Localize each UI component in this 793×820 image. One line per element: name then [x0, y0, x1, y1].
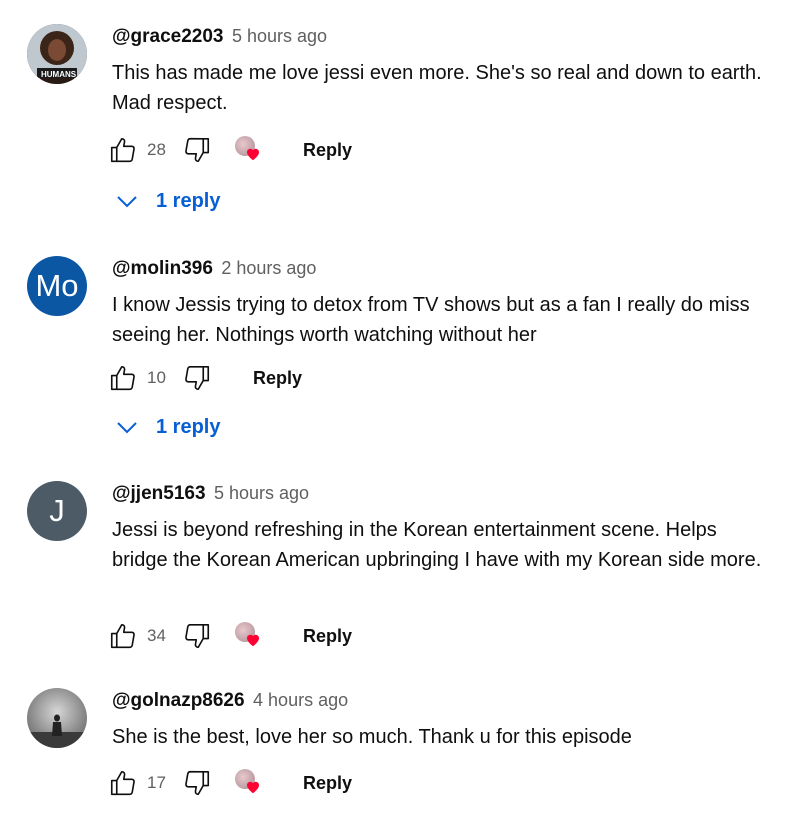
- author-handle[interactable]: @molin396: [112, 258, 213, 279]
- like-count: 10: [147, 368, 166, 387]
- timestamp[interactable]: 2 hours ago: [221, 258, 316, 278]
- reply-button[interactable]: Reply: [303, 140, 352, 161]
- thumbs-down-icon: [185, 770, 210, 796]
- view-replies-button[interactable]: 1 reply: [116, 190, 220, 213]
- heart-icon: [247, 634, 259, 647]
- thumbs-down-icon: [185, 137, 210, 163]
- comment-header: @jjen5163 5 hours ago: [112, 483, 309, 505]
- dislike-button[interactable]: [181, 620, 213, 652]
- like-button[interactable]: [107, 767, 139, 799]
- comment-actions: 10 Reply: [107, 362, 302, 394]
- comment-actions: 34 Reply: [107, 620, 352, 652]
- replies-count-label: 1 reply: [156, 416, 221, 438]
- like-count: 28: [147, 140, 166, 159]
- avatar-initials: Mo: [35, 268, 79, 303]
- like-count: 34: [147, 626, 166, 645]
- avatar[interactable]: [27, 688, 87, 748]
- comment-header: @grace2203 5 hours ago: [112, 26, 327, 48]
- author-handle[interactable]: @jjen5163: [112, 483, 206, 504]
- author-handle[interactable]: @golnazp8626: [112, 690, 245, 711]
- thumbs-down-icon: [185, 365, 210, 391]
- thumbs-up-icon: [110, 365, 135, 391]
- avatar-initials: J: [49, 493, 65, 528]
- avatar[interactable]: J: [27, 481, 87, 541]
- reply-button[interactable]: Reply: [253, 368, 302, 389]
- thumbs-up-icon: [110, 137, 135, 163]
- like-button[interactable]: [107, 362, 139, 394]
- chevron-down-icon: [117, 195, 137, 207]
- timestamp[interactable]: 5 hours ago: [232, 26, 327, 46]
- avatar-image: [27, 688, 87, 748]
- avatar-logo-text: HUMANS: [41, 70, 77, 79]
- like-count: 17: [147, 773, 166, 792]
- thumbs-up-icon: [110, 623, 135, 649]
- dislike-button[interactable]: [181, 362, 213, 394]
- comment-header: @golnazp8626 4 hours ago: [112, 690, 348, 712]
- reply-button[interactable]: Reply: [303, 773, 352, 794]
- comment-actions: 28 Reply: [107, 134, 352, 166]
- creator-heart-badge: [233, 134, 267, 166]
- thumbs-down-icon: [185, 623, 210, 649]
- dislike-button[interactable]: [181, 767, 213, 799]
- creator-heart-badge: [233, 767, 267, 799]
- like-button[interactable]: [107, 134, 139, 166]
- comment-text: This has made me love jessi even more. S…: [112, 62, 762, 114]
- replies-count-label: 1 reply: [156, 190, 221, 212]
- like-button[interactable]: [107, 620, 139, 652]
- avatar[interactable]: HUMANS: [27, 24, 87, 84]
- comment-text: She is the best, love her so much. Thank…: [112, 726, 632, 748]
- heart-icon: [247, 148, 259, 161]
- timestamp[interactable]: 5 hours ago: [214, 483, 309, 503]
- comment-actions: 17 Reply: [107, 767, 352, 799]
- comment-text: I know Jessis trying to detox from TV sh…: [112, 294, 750, 346]
- creator-heart-badge: [233, 620, 267, 652]
- comment-text: Jessi is beyond refreshing in the Korean…: [112, 519, 762, 571]
- avatar[interactable]: Mo: [27, 256, 87, 316]
- view-replies-button[interactable]: 1 reply: [116, 416, 220, 439]
- thumbs-up-icon: [110, 770, 135, 796]
- chevron-down-icon: [117, 421, 137, 433]
- comment-header: @molin396 2 hours ago: [112, 258, 316, 280]
- author-handle[interactable]: @grace2203: [112, 26, 224, 47]
- heart-icon: [247, 781, 259, 794]
- dislike-button[interactable]: [181, 134, 213, 166]
- timestamp[interactable]: 4 hours ago: [253, 690, 348, 710]
- reply-button[interactable]: Reply: [303, 626, 352, 647]
